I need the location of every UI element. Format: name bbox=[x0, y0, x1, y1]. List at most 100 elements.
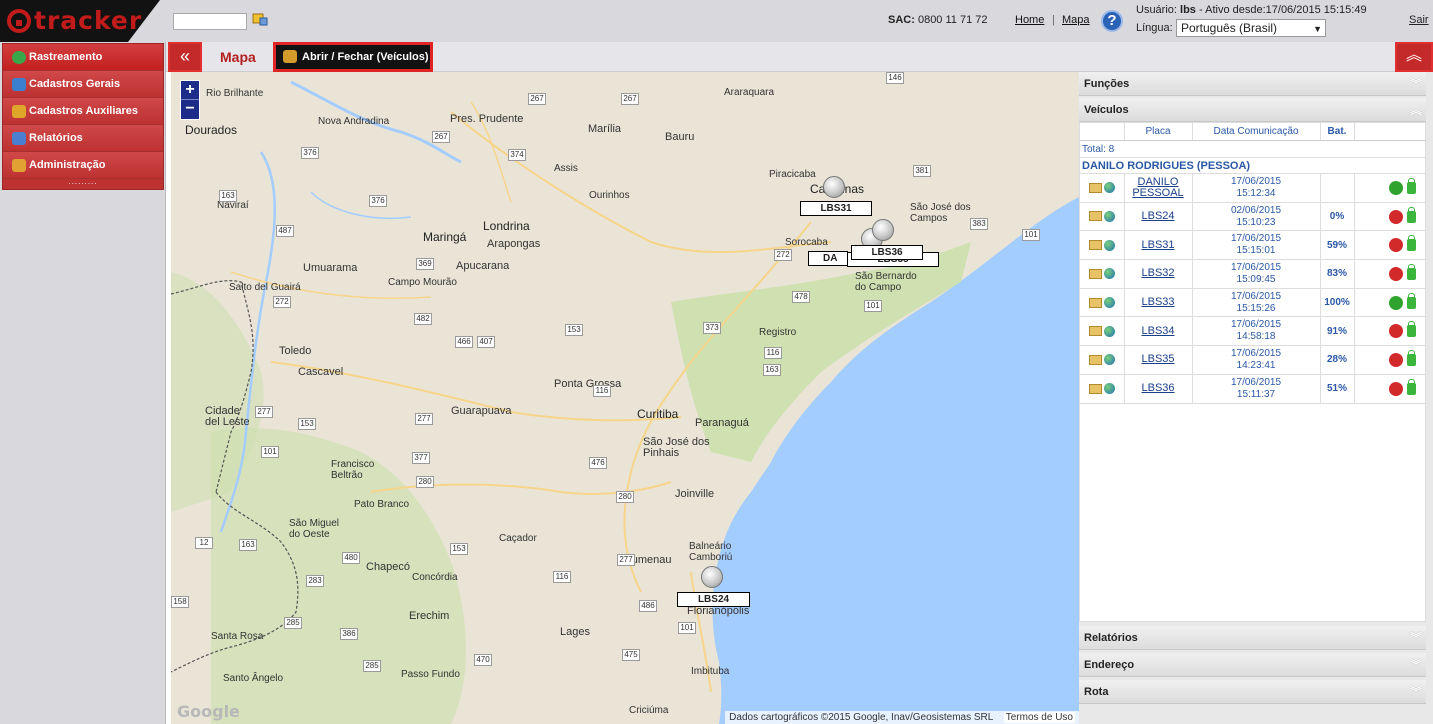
folder-icon[interactable] bbox=[1088, 182, 1102, 193]
vehicle-row[interactable]: LBS35 17/06/2015 14:23:41 28% bbox=[1080, 345, 1426, 375]
zoom-control: + − bbox=[180, 80, 200, 120]
edit-icon bbox=[12, 78, 26, 91]
panel-funcoes-title: Funções bbox=[1084, 78, 1130, 90]
menu-item-relatorios[interactable]: Relatórios bbox=[3, 125, 163, 152]
lock-icon[interactable] bbox=[1407, 206, 1416, 223]
search-input[interactable] bbox=[173, 13, 247, 30]
vehicle-placa-link[interactable]: LBS31 bbox=[1124, 230, 1193, 261]
collapse-header-button[interactable]: ︽ bbox=[1395, 42, 1433, 72]
folder-icon[interactable] bbox=[1088, 240, 1102, 251]
language-label: Língua: bbox=[1136, 22, 1173, 34]
vehicle-row[interactable]: LBS31 17/06/2015 15:15:01 59% bbox=[1080, 230, 1426, 261]
vehicle-placa-link[interactable]: DANILO PESSOAL bbox=[1124, 173, 1193, 203]
terms-link[interactable]: Termos de Uso bbox=[1003, 712, 1075, 723]
vehicle-marker-icon[interactable] bbox=[701, 566, 723, 588]
vehicle-placa-link[interactable]: LBS35 bbox=[1124, 345, 1193, 375]
toggle-vehicles-button[interactable]: Abrir / Fechar (Veículos) bbox=[273, 42, 433, 72]
panel-veiculos-header[interactable]: Veículos ︽ bbox=[1079, 98, 1426, 122]
zoom-in-button[interactable]: + bbox=[181, 81, 199, 100]
vehicle-marker-icon[interactable] bbox=[872, 219, 894, 241]
globe-icon[interactable] bbox=[1103, 354, 1115, 366]
home-link[interactable]: Home bbox=[1015, 14, 1044, 26]
menu-item-rastreamento[interactable]: Rastreamento bbox=[3, 44, 163, 71]
vehicle-row[interactable]: LBS34 17/06/2015 14:58:18 91% bbox=[1080, 316, 1426, 347]
folder-icon[interactable] bbox=[1088, 383, 1102, 394]
column-header-placa[interactable]: Placa bbox=[1124, 123, 1193, 141]
vehicle-status bbox=[1354, 259, 1426, 289]
vehicle-row[interactable]: DANILO PESSOAL 17/06/2015 15:12:34 bbox=[1080, 173, 1426, 203]
google-logo: Google bbox=[177, 702, 240, 721]
panel-endereco-header[interactable]: Endereço ︾ bbox=[1079, 653, 1426, 677]
row-actions bbox=[1080, 288, 1125, 318]
chevron-down-icon: ︾ bbox=[1409, 658, 1422, 672]
panel-relatorios-header[interactable]: Relatórios ︾ bbox=[1079, 626, 1426, 650]
lock-icon[interactable] bbox=[1407, 349, 1416, 366]
globe-icon[interactable] bbox=[1103, 182, 1115, 194]
vehicle-placa-link[interactable]: LBS32 bbox=[1124, 259, 1193, 289]
road-shield: 475 bbox=[622, 649, 640, 661]
tracker-logo[interactable]: tracker bbox=[0, 0, 160, 42]
report-icon bbox=[12, 132, 26, 145]
vehicle-search-icon[interactable] bbox=[252, 12, 268, 26]
vehicle-row[interactable]: LBS24 02/06/2015 15:10:23 0% bbox=[1080, 202, 1426, 232]
sac-info: SAC: 0800 11 71 72 bbox=[888, 14, 987, 26]
vehicle-datetime: 17/06/2015 15:15:26 bbox=[1192, 288, 1321, 318]
panel-funcoes-header[interactable]: Funções ︾ bbox=[1079, 72, 1426, 96]
lock-icon[interactable] bbox=[1407, 292, 1416, 309]
map-city-label: Curitiba bbox=[637, 407, 679, 421]
globe-icon[interactable] bbox=[1103, 268, 1115, 280]
globe-icon[interactable] bbox=[1103, 210, 1115, 222]
vehicle-placa-link[interactable]: LBS24 bbox=[1124, 202, 1193, 232]
vehicle-map-label[interactable]: LBS36 bbox=[851, 245, 923, 260]
lock-icon[interactable] bbox=[1407, 378, 1416, 395]
globe-icon[interactable] bbox=[1103, 239, 1115, 251]
lock-icon[interactable] bbox=[1407, 263, 1416, 280]
vehicle-row[interactable]: LBS32 17/06/2015 15:09:45 83% bbox=[1080, 259, 1426, 289]
menu-item-administracao[interactable]: Administração bbox=[3, 152, 163, 179]
vehicle-time: 15:12:34 bbox=[1236, 187, 1276, 199]
vehicle-datetime: 17/06/2015 15:09:45 bbox=[1192, 259, 1321, 289]
language-select[interactable]: Português (Brasil) ▼ bbox=[1176, 19, 1326, 37]
help-icon[interactable]: ? bbox=[1101, 10, 1123, 32]
menu-item-cadastros-gerais[interactable]: Cadastros Gerais bbox=[3, 71, 163, 98]
row-actions bbox=[1080, 316, 1125, 347]
lock-icon[interactable] bbox=[1407, 177, 1416, 194]
tab-mapa[interactable]: Mapa bbox=[220, 49, 256, 65]
globe-icon[interactable] bbox=[1103, 383, 1115, 395]
column-header-bat[interactable]: Bat. bbox=[1320, 123, 1355, 141]
map-canvas[interactable]: + − Rio Brilhante Dourados Nova Andradin… bbox=[171, 72, 1079, 724]
mapa-link[interactable]: Mapa bbox=[1062, 14, 1090, 26]
collapse-sidebar-button[interactable]: « bbox=[168, 42, 202, 72]
folder-icon[interactable] bbox=[1088, 326, 1102, 337]
folder-icon[interactable] bbox=[1088, 268, 1102, 279]
menu-resize-handle[interactable]: ......... bbox=[3, 178, 163, 189]
logout-link[interactable]: Sair bbox=[1409, 14, 1429, 26]
vehicle-placa-link[interactable]: LBS36 bbox=[1124, 374, 1193, 404]
vehicle-placa-link[interactable]: LBS33 bbox=[1124, 288, 1193, 318]
lock-icon[interactable] bbox=[1407, 321, 1416, 338]
vehicle-map-label[interactable]: DA bbox=[808, 251, 848, 266]
folder-icon[interactable] bbox=[1088, 211, 1102, 222]
vehicle-row[interactable]: LBS33 17/06/2015 15:15:26 100% bbox=[1080, 288, 1426, 318]
vehicle-row[interactable]: LBS36 17/06/2015 15:11:37 51% bbox=[1080, 374, 1426, 404]
map-city-label: Guarapuava bbox=[451, 405, 512, 417]
panel-endereco-title: Endereço bbox=[1084, 659, 1135, 671]
lock-icon[interactable] bbox=[1407, 235, 1416, 252]
vehicle-map-label[interactable]: LBS31 bbox=[800, 201, 872, 216]
road-shield: 374 bbox=[508, 149, 526, 161]
road-shield: 101 bbox=[678, 622, 696, 634]
vehicle-group[interactable]: DANILO RODRIGUES (PESSOA) bbox=[1080, 158, 1425, 174]
vehicle-map-label[interactable]: LBS24 bbox=[677, 592, 750, 607]
vehicle-placa-link[interactable]: LBS34 bbox=[1124, 316, 1193, 347]
menu-item-cadastros-auxiliares[interactable]: Cadastros Auxiliares bbox=[3, 98, 163, 125]
logo-text: tracker bbox=[34, 6, 143, 35]
vehicle-marker-icon[interactable] bbox=[823, 176, 845, 198]
vehicle-datetime: 17/06/2015 15:15:01 bbox=[1192, 230, 1321, 261]
column-header-data[interactable]: Data Comunicação bbox=[1192, 123, 1321, 141]
zoom-out-button[interactable]: − bbox=[181, 100, 199, 119]
globe-icon[interactable] bbox=[1103, 325, 1115, 337]
folder-icon[interactable] bbox=[1088, 354, 1102, 365]
folder-icon[interactable] bbox=[1088, 297, 1102, 308]
panel-rota-header[interactable]: Rota ︾ bbox=[1079, 680, 1426, 704]
globe-icon[interactable] bbox=[1103, 297, 1115, 309]
